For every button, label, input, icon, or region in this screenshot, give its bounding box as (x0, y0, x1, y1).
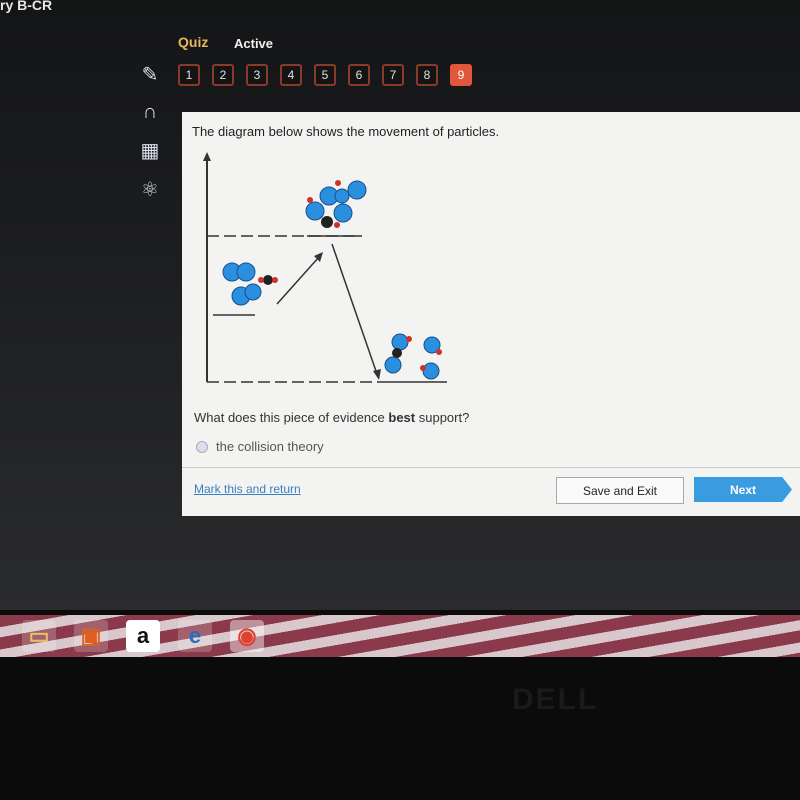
question-nav: 123456789 (178, 64, 472, 86)
app-title: ry B-CR (0, 0, 53, 13)
divider (182, 467, 800, 468)
question-8-button[interactable]: 8 (416, 64, 438, 86)
question-1-button[interactable]: 1 (178, 64, 200, 86)
app-icon[interactable]: ▣ (74, 620, 108, 652)
toolbar: ✎ ∩ ▦ ⚛ (132, 62, 168, 202)
amazon-icon[interactable]: a (126, 620, 160, 652)
screen: ry B-CR Quiz Active 123456789 ✎ ∩ ▦ ⚛ Th… (0, 0, 800, 610)
status-label: Active (234, 36, 274, 51)
chrome-icon[interactable]: ◉ (230, 620, 264, 652)
headphones-icon[interactable]: ∩ (143, 101, 157, 124)
save-and-exit-button[interactable]: Save and Exit (556, 477, 684, 504)
pencil-icon[interactable]: ✎ (142, 62, 159, 87)
question-text: What does this piece of evidence best su… (194, 410, 470, 425)
atom-icon[interactable]: ⚛ (141, 177, 159, 202)
question-5-button[interactable]: 5 (314, 64, 336, 86)
taskbar: ▭ ▣ a e ◉ (0, 615, 800, 657)
question-6-button[interactable]: 6 (348, 64, 370, 86)
quiz-label: Quiz (178, 34, 209, 50)
particle-diagram (203, 152, 447, 383)
file-explorer-icon[interactable]: ▭ (22, 620, 56, 652)
mark-and-return-link[interactable]: Mark this and return (194, 482, 301, 496)
answer-option[interactable]: the collision theory (196, 439, 324, 454)
next-button[interactable]: Next (694, 477, 792, 502)
dell-logo: DELL (512, 683, 599, 716)
radio-button[interactable] (196, 440, 208, 453)
question-2-button[interactable]: 2 (212, 64, 234, 86)
edge-icon[interactable]: e (178, 620, 212, 652)
calculator-icon[interactable]: ▦ (141, 138, 160, 163)
question-4-button[interactable]: 4 (280, 64, 302, 86)
prompt-text: The diagram below shows the movement of … (192, 124, 500, 139)
question-7-button[interactable]: 7 (382, 64, 404, 86)
question-panel: The diagram below shows the movement of … (182, 112, 800, 516)
question-9-button[interactable]: 9 (450, 64, 472, 86)
question-3-button[interactable]: 3 (246, 64, 268, 86)
